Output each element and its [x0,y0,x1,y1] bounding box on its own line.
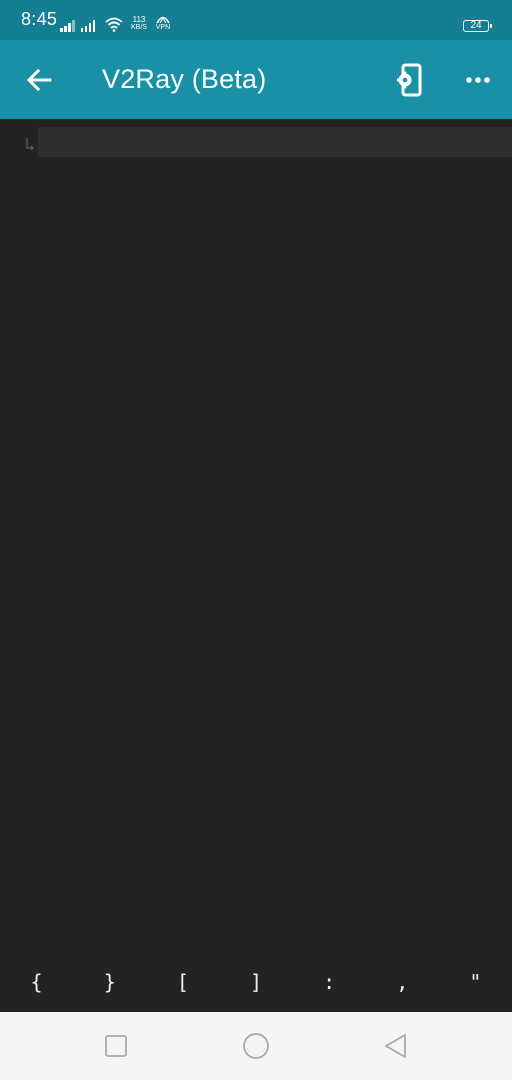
page-title: V2Ray (Beta) [102,64,267,94]
system-back-button[interactable] [380,1030,412,1062]
back-button[interactable] [20,60,60,100]
symbol-key-comma[interactable]: , [366,951,439,1012]
wifi-icon [105,17,123,32]
status-time: 8:45 [21,9,58,29]
editor-text-area[interactable] [44,131,508,157]
config-settings-button[interactable] [390,60,430,100]
circle-home-icon [243,1033,269,1059]
symbol-shortcut-bar: { } [ ] : , " [0,951,512,1012]
symbol-key-close-brace[interactable]: } [73,951,146,1012]
recents-button[interactable] [100,1030,132,1062]
config-editor[interactable] [0,119,512,951]
net-speed-value: 113 [132,15,146,24]
phone-settings-icon [397,63,422,97]
square-recents-icon [105,1035,127,1057]
triangle-back-icon [385,1034,406,1058]
symbol-key-colon[interactable]: : [293,951,366,1012]
vpn-label: VPN [155,24,171,31]
battery-icon: 24 [463,20,492,32]
screen: 8:45 113 KB/S VPN 24 V2Ray (Beta) {} [… [0,0,512,1080]
signal-bars-icon [60,18,75,32]
symbol-key-quote[interactable]: " [439,951,512,1012]
more-horizontal-icon [466,77,490,83]
arrow-back-icon [26,68,52,92]
system-nav-bar [0,1012,512,1080]
vpn-icon: VPN [155,15,171,32]
more-options-button[interactable] [458,60,498,100]
symbol-key-close-bracket[interactable]: ] [219,951,292,1012]
signal-bars-icon [80,18,95,32]
status-bar: 8:45 113 KB/S VPN 24 [0,0,512,40]
line-wrap-icon [26,138,34,151]
symbol-key-open-bracket[interactable]: [ [146,951,219,1012]
home-button[interactable] [240,1030,272,1062]
net-speed-indicator: 113 KB/S [131,16,147,32]
app-toolbar: V2Ray (Beta) [0,40,512,119]
net-speed-unit: KB/S [131,24,147,31]
status-icons: 113 KB/S VPN [60,12,171,32]
battery-level: 24 [470,20,482,31]
symbol-key-open-brace[interactable]: { [0,951,73,1012]
